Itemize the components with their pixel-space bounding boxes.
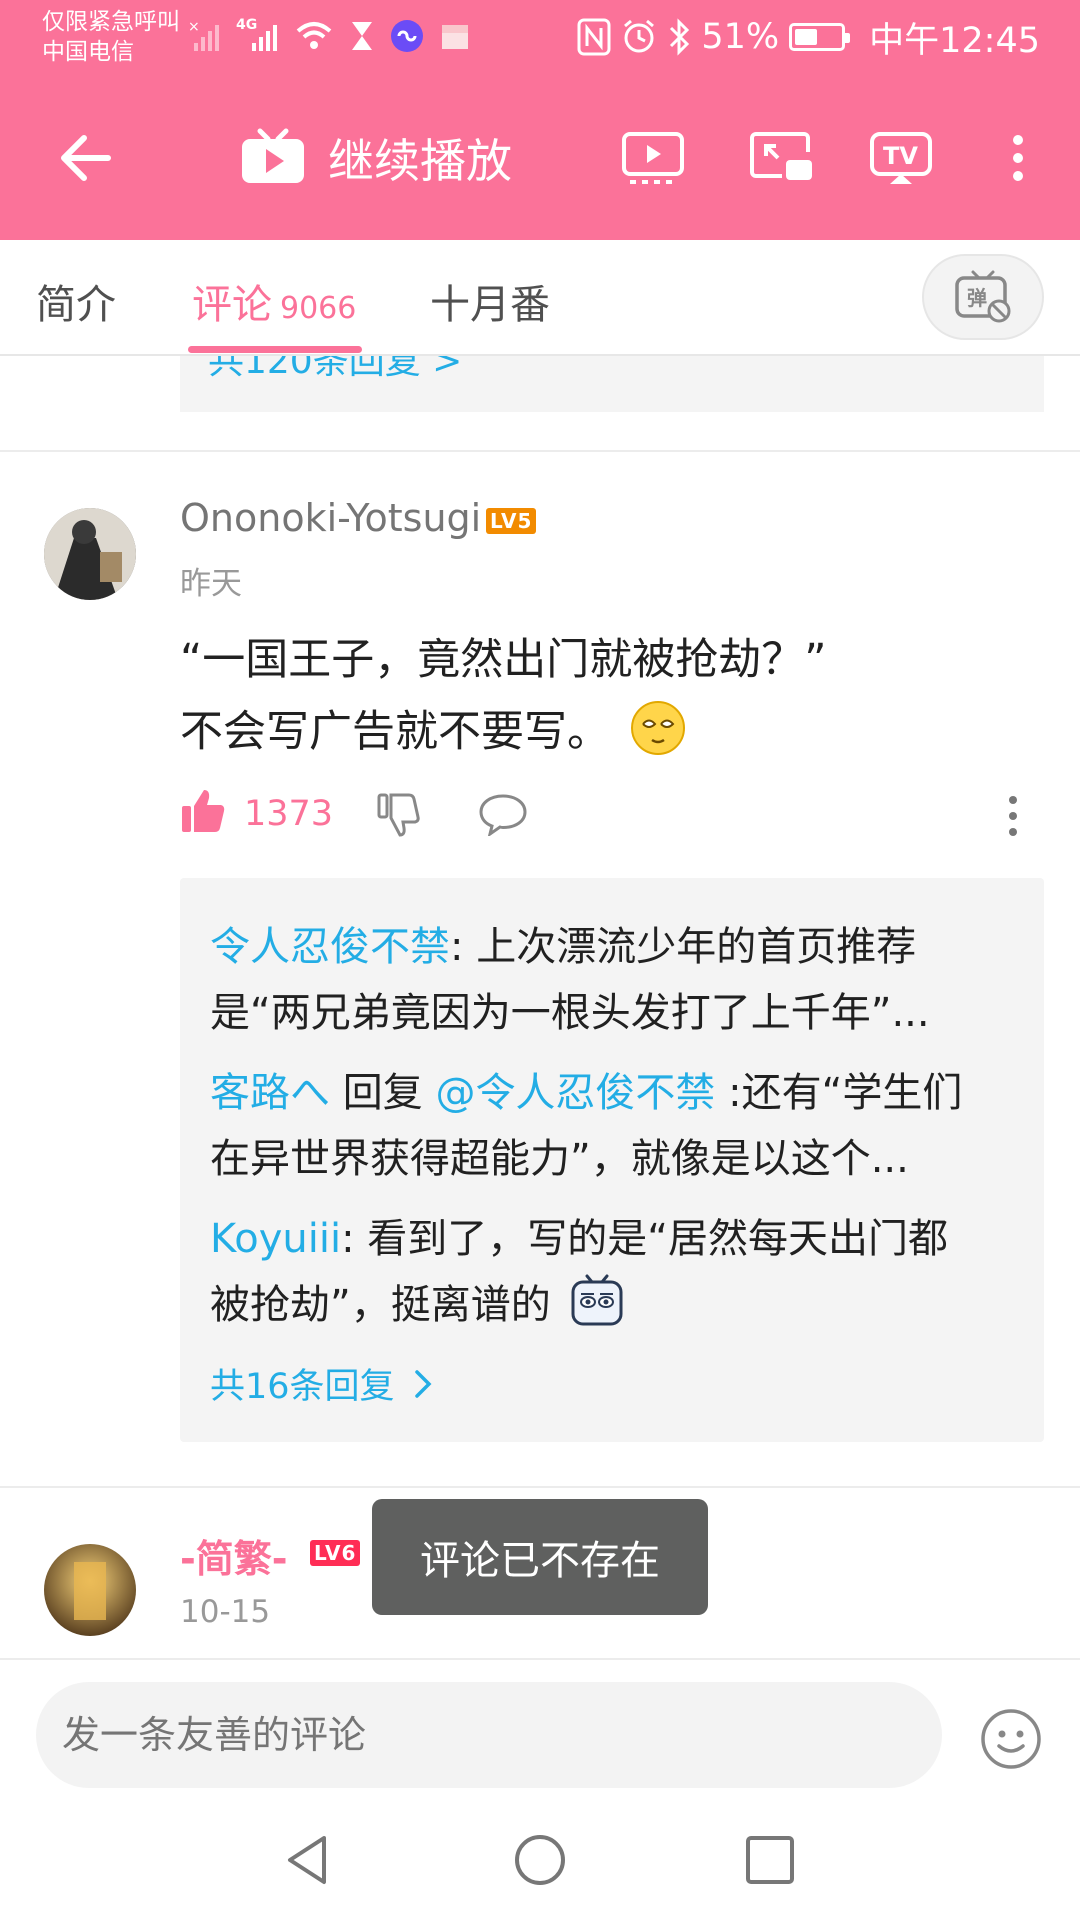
reply-2-reply-word: 回复	[330, 1070, 436, 1116]
reply-3-text: : 看到了，写的是“居然每天出门都	[341, 1216, 948, 1262]
tab-october-anime[interactable]: 十月番	[430, 272, 550, 330]
emoji-picker-icon[interactable]	[980, 1708, 1042, 1770]
comment-date: 昨天	[180, 566, 242, 602]
tv-face-emoji-icon	[571, 1274, 623, 1326]
like-count: 1373	[244, 794, 334, 834]
dislike-thumbs-down-icon[interactable]	[376, 792, 422, 838]
comment-text-line2: 不会写广告就不要写。	[180, 707, 610, 757]
bluetooth-icon	[670, 18, 690, 56]
total-replies-link[interactable]: 共16条回复	[210, 1358, 433, 1409]
like-thumbs-up-icon[interactable]	[180, 788, 226, 834]
tab-bar: 简介 评论 9066 十月番 弹	[0, 240, 1080, 356]
chevron-right-icon	[414, 1369, 432, 1398]
tab-comments[interactable]: 评论 9066	[192, 272, 356, 330]
top-header: 仅限紧急呼叫 中国电信 × 4G 51% 中午12:45 继续播放 TV	[0, 0, 1080, 240]
reply-3-user[interactable]: Koyuiii	[210, 1216, 341, 1262]
nfc-icon	[577, 18, 611, 56]
comment-input-bar	[0, 1658, 1080, 1788]
more-options-icon[interactable]	[998, 128, 1038, 188]
divider	[0, 1486, 1080, 1488]
tab-intro-label: 简介	[36, 282, 116, 328]
tv-play-icon	[242, 128, 304, 183]
comment-text-line2-wrap: 不会写广告就不要写。	[180, 696, 686, 768]
reply-1-user[interactable]: 令人忍俊不禁	[210, 924, 450, 970]
system-nav-bar	[0, 1790, 1080, 1920]
wifi-icon	[296, 22, 332, 49]
tab-intro[interactable]: 简介	[36, 272, 116, 330]
svg-text:TV: TV	[883, 142, 918, 170]
dizzy-face-emoji-icon	[630, 701, 685, 755]
battery-percent: 51%	[701, 17, 780, 57]
reply-1-line2: 是“两兄弟竟因为一根头发打了上千年”...	[210, 990, 930, 1036]
avatar-image	[44, 508, 136, 600]
carrier-status: 仅限紧急呼叫	[42, 9, 180, 35]
app-notification-icon	[391, 20, 423, 52]
reply-1-text: : 上次漂流少年的首页推荐	[450, 924, 917, 970]
carrier-name: 中国电信	[42, 39, 134, 65]
previous-more-replies-link[interactable]: 共120条回复 >	[208, 356, 462, 384]
reply-1: 令人忍俊不禁: 上次漂流少年的首页推荐	[210, 914, 916, 980]
reply-2-mention[interactable]: @令人忍俊不禁	[435, 1070, 715, 1116]
tab-october-anime-label: 十月番	[430, 282, 550, 328]
svg-text:弹: 弹	[967, 286, 987, 310]
svg-text:×: ×	[188, 19, 200, 35]
comment-actions: 1373	[180, 784, 1040, 848]
reply-2-line2: 在异世界获得超能力”，就像是以这个...	[210, 1136, 909, 1182]
reply-3: Koyuiii: 看到了，写的是“居然每天出门都	[210, 1206, 948, 1272]
gift-box-icon	[442, 25, 468, 49]
nav-recents-icon[interactable]	[742, 1832, 798, 1888]
avatar[interactable]	[44, 508, 136, 600]
tv-cast-icon[interactable]: TV	[868, 128, 934, 188]
comment-text-line1: “一国王子，竟然出门就被抢劫？”	[180, 635, 827, 685]
toast-message: 评论已不存在	[372, 1499, 708, 1615]
app-bar-title: 继续播放	[328, 134, 512, 188]
continue-play-button[interactable]: 继续播放	[240, 122, 512, 194]
avatar[interactable]	[44, 1544, 136, 1636]
reply-3-line2: 被抢劫”，挺离谱的	[210, 1282, 551, 1328]
clock: 中午12:45	[869, 20, 1040, 61]
alarm-icon	[624, 19, 655, 53]
network-type-icon: 4G	[236, 17, 280, 53]
total-replies-label: 共16条回复	[210, 1367, 395, 1407]
reply-bubble-icon[interactable]	[478, 792, 528, 836]
danmu-off-icon: 弹	[955, 270, 1011, 323]
nav-back-icon[interactable]	[280, 1832, 336, 1888]
comment-more-icon[interactable]	[1006, 794, 1020, 838]
status-icons: × 4G	[188, 14, 472, 58]
comment-input[interactable]	[36, 1682, 942, 1788]
picture-in-picture-icon[interactable]	[748, 128, 814, 188]
avatar-image	[44, 1544, 136, 1636]
back-arrow-icon[interactable]	[58, 130, 114, 186]
app-bar: 继续播放 TV	[0, 88, 1080, 228]
previous-thread-replies[interactable]: 共120条回复 >	[180, 356, 1044, 412]
divider	[0, 450, 1080, 452]
danmu-toggle-button[interactable]: 弹	[922, 254, 1044, 340]
comment-date: 10-15	[180, 1594, 271, 1630]
level-badge: LV6	[310, 1540, 361, 1566]
comment-count: 9066	[280, 291, 357, 326]
active-tab-indicator	[188, 346, 362, 353]
comment-username[interactable]: Ononoki-Yotsugi	[180, 496, 481, 540]
battery-icon	[789, 23, 851, 51]
tab-comments-label: 评论	[192, 282, 272, 328]
reply-3-line2-wrap: 被抢劫”，挺离谱的	[210, 1272, 625, 1338]
status-right: 51% 中午12:45	[577, 12, 1040, 62]
hourglass-icon	[352, 22, 372, 50]
nav-home-icon[interactable]	[512, 1832, 568, 1888]
level-badge: LV5	[486, 508, 537, 534]
status-bar: 仅限紧急呼叫 中国电信 × 4G 51% 中午12:45	[0, 0, 1080, 76]
reply-2-user[interactable]: 客路へ	[210, 1070, 330, 1116]
no-signal-icon: ×	[188, 19, 219, 51]
reply-2: 客路へ 回复 @令人忍俊不禁 :还有“学生们	[210, 1060, 962, 1126]
reply-preview-box[interactable]: 令人忍俊不禁: 上次漂流少年的首页推荐 是“两兄弟竟因为一根头发打了上千年”..…	[180, 878, 1044, 1442]
reply-2-text: :还有“学生们	[715, 1070, 963, 1116]
comment-username[interactable]: -简繁-	[180, 1528, 288, 1583]
cast-screen-icon[interactable]	[620, 128, 686, 188]
